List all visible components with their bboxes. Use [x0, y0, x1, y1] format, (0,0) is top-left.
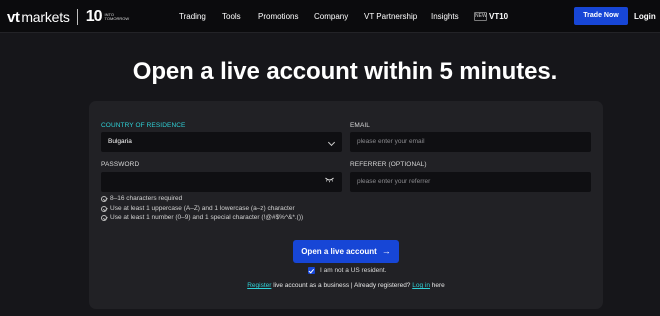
not-us-resident-row[interactable]: I am not a US resident. [308, 267, 386, 274]
logo-word: markets [21, 9, 70, 25]
rule-text: Use at least 1 number (0–9) and 1 specia… [110, 214, 304, 221]
nav-tools[interactable]: Tools [222, 12, 241, 21]
password-field[interactable] [101, 172, 342, 192]
logo-tagline: INTO TOMORROW [105, 13, 130, 21]
email-label: EMAIL [350, 122, 371, 129]
nav-vt-partnership[interactable]: VT Partnership [364, 12, 417, 21]
login-here-link[interactable]: Log in [412, 282, 430, 289]
logo-divider [76, 9, 78, 25]
logo-brand: vt [7, 8, 20, 26]
logo-tagline-line2: TOMORROW [104, 16, 130, 21]
trade-now-button[interactable]: Trade Now [574, 7, 628, 25]
register-business-link[interactable]: Register [247, 282, 271, 289]
rule-text: Use at least 1 uppercase (A–Z) and 1 low… [110, 205, 295, 212]
check-circle-icon [101, 195, 107, 202]
country-label: COUNTRY OF RESIDENCE [101, 122, 186, 129]
top-nav-bar: vt markets 10 INTO TOMORROW Trading Tool… [0, 0, 660, 33]
page-title: Open a live account within 5 minutes. [132, 58, 558, 85]
logo-ten: 10 [85, 8, 103, 25]
nav-vt10[interactable]: VT10 [489, 12, 508, 21]
nav-insights[interactable]: Insights [431, 12, 459, 21]
check-circle-icon [101, 205, 107, 212]
country-value: Bulgaria [108, 138, 132, 145]
password-label: PASSWORD [101, 161, 140, 168]
country-select[interactable]: Bulgaria [101, 132, 342, 152]
new-badge: NEW [474, 12, 487, 21]
password-rule-length: 8–16 characters required [101, 195, 182, 202]
footer-end-text: here [429, 282, 445, 289]
not-us-resident-checkbox[interactable] [308, 267, 315, 274]
password-rule-case: Use at least 1 uppercase (A–Z) and 1 low… [101, 205, 295, 212]
form-footer-text: Register live account as a business | Al… [0, 282, 660, 289]
nav-promotions[interactable]: Promotions [258, 12, 298, 21]
referrer-field[interactable]: please enter your referrer [350, 172, 591, 192]
not-us-resident-label: I am not a US resident. [320, 267, 387, 274]
referrer-label: REFERRER (OPTIONAL) [350, 161, 427, 168]
footer-middle-text: live account as a business | Already reg… [271, 282, 413, 289]
eye-closed-icon[interactable] [325, 177, 334, 187]
arrow-right-icon: → [381, 246, 391, 256]
open-live-account-button[interactable]: Open a live account → [293, 240, 399, 263]
chevron-down-icon [327, 138, 336, 147]
check-circle-icon [101, 214, 107, 221]
rule-text: 8–16 characters required [110, 195, 183, 202]
nav-company[interactable]: Company [314, 12, 348, 21]
submit-label: Open a live account [301, 247, 377, 256]
nav-trading[interactable]: Trading [179, 12, 206, 21]
email-field[interactable]: please enter your email [350, 132, 591, 152]
password-rule-number-special: Use at least 1 number (0–9) and 1 specia… [101, 214, 303, 221]
vt-markets-logo[interactable]: vt markets 10 INTO TOMORROW [7, 8, 129, 26]
login-link[interactable]: Login [634, 12, 656, 21]
